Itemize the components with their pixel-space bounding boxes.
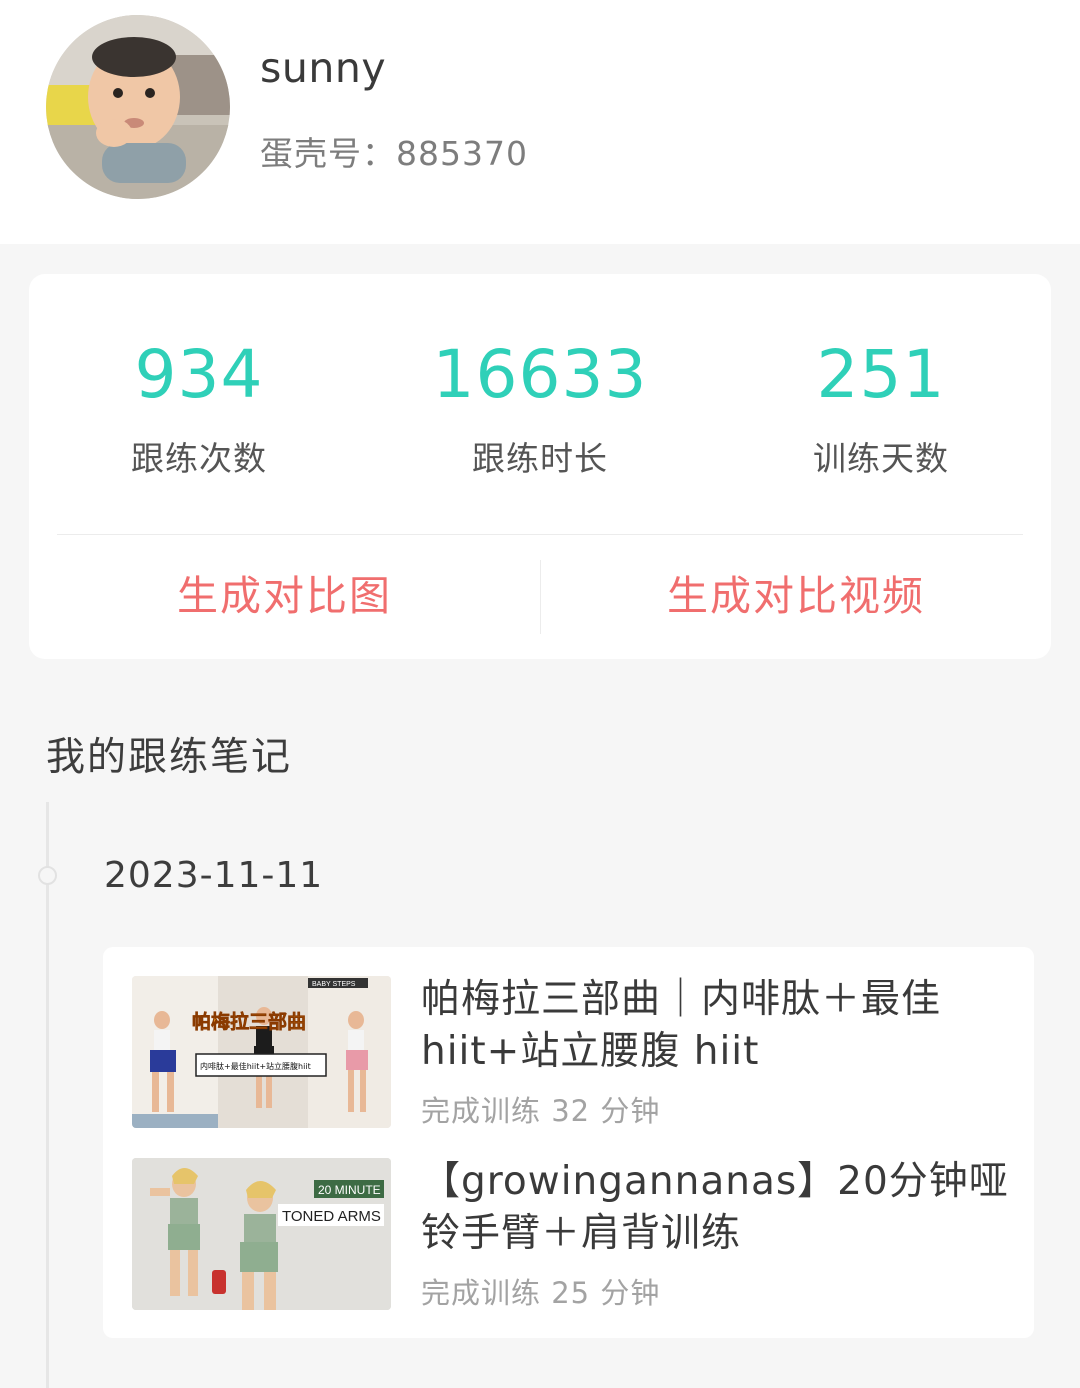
stat-duration[interactable]: 16633 跟练时长 bbox=[370, 332, 710, 480]
video-thumbnail[interactable]: BABY STEPS 帕梅拉三部曲 内啡肽+最佳hiit+站立腰腹hiit bbox=[132, 976, 391, 1128]
thumb-caption: 内啡肽+最佳hiit+站立腰腹hiit bbox=[200, 1061, 311, 1071]
stat-label: 训练天数 bbox=[813, 439, 949, 478]
stat-days[interactable]: 251 训练天数 bbox=[711, 332, 1051, 480]
stat-value: 16633 bbox=[432, 336, 648, 413]
generate-compare-image-button[interactable]: 生成对比图 bbox=[29, 570, 540, 622]
note-title: 帕梅拉三部曲｜内啡肽＋最佳hiit+站立腰腹 hiit bbox=[421, 977, 942, 1074]
section-title: 我的跟练笔记 bbox=[46, 735, 293, 780]
note-duration: 完成训练 32 分钟 bbox=[421, 1094, 661, 1128]
notes-card: BABY STEPS 帕梅拉三部曲 内啡肽+最佳hiit+站立腰腹hiit 帕梅… bbox=[103, 947, 1034, 1338]
stat-value: 251 bbox=[816, 336, 946, 413]
thumb-badge: BABY STEPS bbox=[312, 981, 356, 988]
thumb-badge: 20 MINUTE bbox=[318, 1183, 381, 1197]
stat-sessions[interactable]: 934 跟练次数 bbox=[29, 332, 369, 480]
thumb-headline: TONED ARMS bbox=[282, 1208, 381, 1225]
stats-card: 934 跟练次数 16633 跟练时长 251 训练天数 生成对比图 生成对比视… bbox=[29, 274, 1051, 659]
generate-compare-video-button[interactable]: 生成对比视频 bbox=[541, 570, 1051, 622]
stat-value: 934 bbox=[134, 336, 264, 413]
note-date: 2023-11-11 bbox=[104, 855, 324, 896]
thumb-headline: 帕梅拉三部曲 bbox=[192, 1010, 306, 1033]
note-duration: 完成训练 25 分钟 bbox=[421, 1276, 661, 1310]
avatar[interactable] bbox=[46, 15, 230, 199]
stat-label: 跟练时长 bbox=[472, 439, 608, 478]
divider bbox=[57, 534, 1023, 535]
stat-label: 跟练次数 bbox=[131, 439, 267, 478]
note-item[interactable]: BABY STEPS 帕梅拉三部曲 内啡肽+最佳hiit+站立腰腹hiit 帕梅… bbox=[132, 976, 1012, 1128]
note-item[interactable]: 20 MINUTE TONED ARMS 【growingannanas】20分… bbox=[132, 1158, 1012, 1310]
profile-header: sunny 蛋壳号：885370 bbox=[0, 0, 1080, 244]
note-title: 【growingannanas】20分钟哑铃手臂＋肩背训练 bbox=[421, 1159, 1009, 1256]
timeline-line bbox=[46, 802, 49, 1388]
timeline-dot bbox=[38, 866, 57, 885]
username: sunny bbox=[260, 44, 387, 92]
video-thumbnail[interactable]: 20 MINUTE TONED ARMS bbox=[132, 1158, 391, 1310]
user-id: 蛋壳号：885370 bbox=[260, 134, 528, 173]
